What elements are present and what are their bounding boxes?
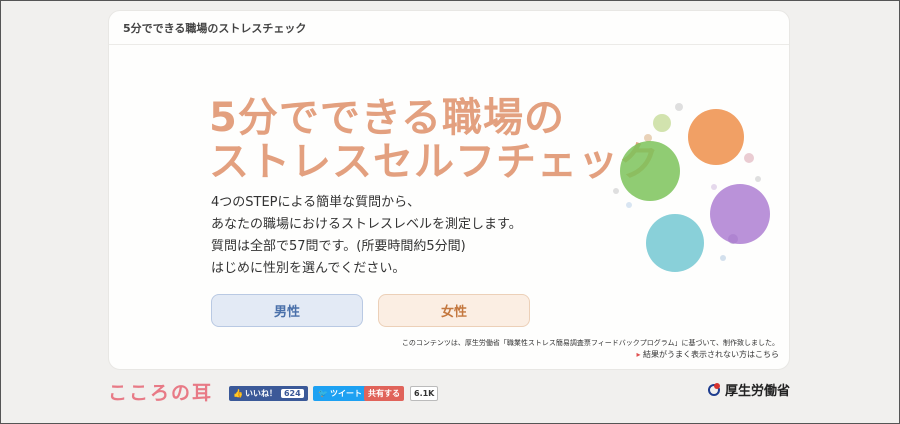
ministry-emblem-icon [708, 383, 720, 396]
purple-circle [710, 184, 770, 244]
description: 4つのSTEPによる簡単な質問から、 あなたの職場におけるストレスレベルを測定し… [211, 192, 522, 280]
ministry-name: 厚生労働省 [725, 384, 791, 399]
orange-circle [688, 109, 744, 165]
result-help-link-text: 結果がうまく表示されない方はこちら [643, 350, 779, 359]
arrow-right-icon: ▸ [636, 350, 641, 359]
credit-text: このコンテンツは、厚生労働省「職業性ストレス簡易調査票フィードバックプログラム」… [401, 339, 779, 347]
card-header: 5分でできる職場のストレスチェック [109, 11, 789, 45]
facebook-like-label: いいね！ [244, 389, 277, 398]
female-button[interactable]: 女性 [378, 294, 530, 327]
hero-title-line2: ストレスセルフチェック [209, 139, 660, 185]
kokoro-no-mimi-logo[interactable]: こころの耳 [108, 378, 213, 405]
tweet-button[interactable]: 🐦 ツイート [313, 386, 367, 401]
main-card: 5分でできる職場のストレスチェック 5分でできる職場の ストレスセルフチェック … [108, 10, 790, 370]
thumbs-up-icon: 👍 [233, 389, 243, 398]
facebook-like-count: 624 [280, 389, 304, 398]
description-line: 質問は全部で57問です。(所要時間約5分間) [211, 239, 466, 254]
hero-title: 5分でできる職場の ストレスセルフチェック [209, 96, 660, 184]
description-line: あなたの職場におけるストレスレベルを測定します。 [211, 217, 522, 232]
twitter-bird-icon: 🐦 [318, 389, 328, 398]
facebook-like-button[interactable]: 👍 いいね！ 624 [229, 386, 308, 401]
card-header-title: 5分でできる職場のストレスチェック [123, 21, 307, 35]
share-count: 6.1K [410, 386, 439, 401]
description-line: 4つのSTEPによる簡単な質問から、 [211, 195, 421, 210]
tweet-label: ツイート [329, 389, 362, 398]
male-button[interactable]: 男性 [211, 294, 363, 327]
ministry-logo[interactable]: 厚生労働省 [708, 380, 790, 399]
teal-circle [646, 214, 704, 272]
hero-title-line1: 5分でできる職場の [209, 95, 566, 141]
result-help-link[interactable]: ▸ 結果がうまく表示されない方はこちら [636, 349, 779, 360]
description-line: はじめに性別を選んでください。 [211, 261, 406, 276]
share-button[interactable]: 共有する [364, 386, 404, 401]
